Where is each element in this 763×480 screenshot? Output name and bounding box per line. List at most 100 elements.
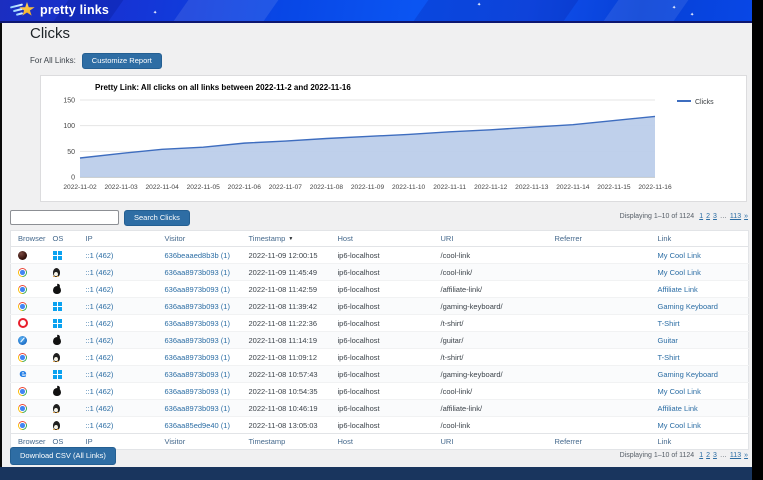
page-link-3[interactable]: 3: [713, 213, 717, 220]
ip-link[interactable]: ::1 (462): [86, 251, 114, 260]
ip-link[interactable]: ::1 (462): [86, 336, 114, 345]
ip-link[interactable]: ::1 (462): [86, 421, 114, 430]
page-link-113[interactable]: 113: [730, 213, 741, 220]
page-link-»[interactable]: »: [744, 213, 748, 220]
pretty-link[interactable]: My Cool Link: [658, 251, 701, 260]
column-header-referrer[interactable]: Referrer: [548, 434, 651, 450]
visitor-link[interactable]: 636aa8973b093 (1): [165, 353, 230, 362]
table-row: ::1 (462)636aa8973b093 (1)2022-11-09 11:…: [11, 264, 749, 281]
host-cell: ip6-localhost: [331, 298, 434, 315]
column-header-ip[interactable]: IP: [79, 231, 158, 247]
banner-streak: [599, 0, 691, 23]
visitor-link[interactable]: 636aa8973b093 (1): [165, 285, 230, 294]
column-header-uri[interactable]: URI: [434, 231, 548, 247]
column-header-browser[interactable]: Browser: [11, 231, 46, 247]
table-row: ::1 (462)636aa8973b093 (1)2022-11-08 11:…: [11, 281, 749, 298]
search-input[interactable]: [10, 210, 119, 225]
page-link-2[interactable]: 2: [706, 213, 710, 220]
column-header-os[interactable]: OS: [46, 231, 79, 247]
referrer-cell: [548, 383, 651, 400]
page-link-»[interactable]: »: [744, 452, 748, 459]
os-cell: [46, 349, 79, 366]
pretty-link[interactable]: Guitar: [658, 336, 678, 345]
page-links: 123…113»: [699, 213, 748, 220]
pretty-link[interactable]: Gaming Keyboard: [658, 302, 718, 311]
uri-cell: /t-shirt/: [434, 315, 548, 332]
ip-link[interactable]: ::1 (462): [86, 370, 114, 379]
pretty-link[interactable]: Affiliate Link: [658, 404, 698, 413]
pretty-link[interactable]: My Cool Link: [658, 268, 701, 277]
pretty-link[interactable]: My Cool Link: [658, 387, 701, 396]
column-header-referrer[interactable]: Referrer: [548, 231, 651, 247]
visitor-link[interactable]: 636beaaed8b3b (1): [165, 251, 230, 260]
sparkle-icon: ✦: [153, 11, 157, 16]
banner-streak: [409, 0, 581, 23]
pretty-link[interactable]: T-Shirt: [658, 319, 680, 328]
page-link-2[interactable]: 2: [706, 452, 710, 459]
os-cell: [46, 298, 79, 315]
column-header-visitor[interactable]: Visitor: [158, 434, 242, 450]
ip-link[interactable]: ::1 (462): [86, 319, 114, 328]
column-header-host[interactable]: Host: [331, 231, 434, 247]
table-row: ::1 (462) 636aa8973b093 (1) 2022-11-08 10:…: [11, 400, 749, 417]
visitor-cell: 636aa8973b093 (1): [158, 315, 242, 332]
visitor-link[interactable]: 636aa8973b093 (1): [165, 319, 230, 328]
timestamp-cell: 2022-11-08 10:46:19: [242, 400, 331, 417]
linux-os-icon: [53, 404, 60, 413]
column-header-link[interactable]: Link: [651, 231, 749, 247]
page-link-1[interactable]: 1: [699, 213, 703, 220]
column-header-host[interactable]: Host: [331, 434, 434, 450]
chrome-browser-icon: [18, 268, 27, 277]
host-cell: ip6-localhost: [331, 264, 434, 281]
uri-cell: /t-shirt/: [434, 349, 548, 366]
pretty-link[interactable]: Affiliate Link: [658, 285, 698, 294]
column-header-visitor[interactable]: Visitor: [158, 231, 242, 247]
visitor-link[interactable]: 636aa85ed9e40 (1): [165, 421, 230, 430]
visitor-link[interactable]: 636aa8973b093 (1): [165, 302, 230, 311]
timestamp-cell: 2022-11-08 11:39:42: [242, 298, 331, 315]
visitor-link[interactable]: 636aa8973b093 (1): [165, 336, 230, 345]
report-row: For All Links: Customize Report: [30, 53, 162, 69]
search-clicks-button[interactable]: Search Clicks: [124, 210, 190, 226]
ip-link[interactable]: ::1 (462): [86, 387, 114, 396]
ip-link[interactable]: ::1 (462): [86, 302, 114, 311]
svg-text:2022-11-11: 2022-11-11: [433, 184, 466, 191]
chrome-browser-icon: [18, 302, 27, 311]
ip-cell: ::1 (462): [79, 281, 158, 298]
svg-text:2022-11-05: 2022-11-05: [187, 184, 221, 191]
page-link-1[interactable]: 1: [699, 452, 703, 459]
host-cell: ip6-localhost: [331, 315, 434, 332]
pretty-link[interactable]: My Cool Link: [658, 421, 701, 430]
ip-link[interactable]: ::1 (462): [86, 353, 114, 362]
visitor-link[interactable]: 636aa8973b093 (1): [165, 370, 230, 379]
visitor-cell: 636aa8973b093 (1): [158, 349, 242, 366]
chrome-browser-icon: [18, 387, 27, 396]
pretty-link[interactable]: T-Shirt: [658, 353, 680, 362]
table-row: ::1 (462)636beaaed8b3b (1)2022-11-09 12:…: [11, 247, 749, 264]
column-header-timestamp[interactable]: Timestamp▼: [242, 231, 331, 247]
ip-link[interactable]: ::1 (462): [86, 285, 114, 294]
page-link-3[interactable]: 3: [713, 452, 717, 459]
customize-report-button[interactable]: Customize Report: [82, 53, 162, 69]
ip-cell: ::1 (462): [79, 417, 158, 434]
link-cell: T-Shirt: [651, 349, 749, 366]
page-link-113[interactable]: 113: [730, 452, 741, 459]
svg-text:2022-11-16: 2022-11-16: [638, 184, 672, 191]
bottom-edge: [0, 467, 752, 480]
ip-link[interactable]: ::1 (462): [86, 268, 114, 277]
visitor-link[interactable]: 636aa8973b093 (1): [165, 387, 230, 396]
admin-page: Clicks For All Links: Customize Report 0…: [0, 23, 752, 467]
column-header-link[interactable]: Link: [651, 434, 749, 450]
download-csv-button[interactable]: Download CSV (All Links): [10, 447, 116, 465]
ip-link[interactable]: ::1 (462): [86, 404, 114, 413]
host-cell: ip6-localhost: [331, 247, 434, 264]
uri-cell: /affiliate-link/: [434, 400, 548, 417]
visitor-link[interactable]: 636aa8973b093 (1): [165, 268, 230, 277]
browser-cell: [11, 332, 46, 349]
os-cell: [46, 383, 79, 400]
column-header-timestamp[interactable]: Timestamp: [242, 434, 331, 450]
svg-text:100: 100: [63, 123, 75, 130]
pretty-link[interactable]: Gaming Keyboard: [658, 370, 718, 379]
visitor-link[interactable]: 636aa8973b093 (1): [165, 404, 230, 413]
column-header-uri[interactable]: URI: [434, 434, 548, 450]
